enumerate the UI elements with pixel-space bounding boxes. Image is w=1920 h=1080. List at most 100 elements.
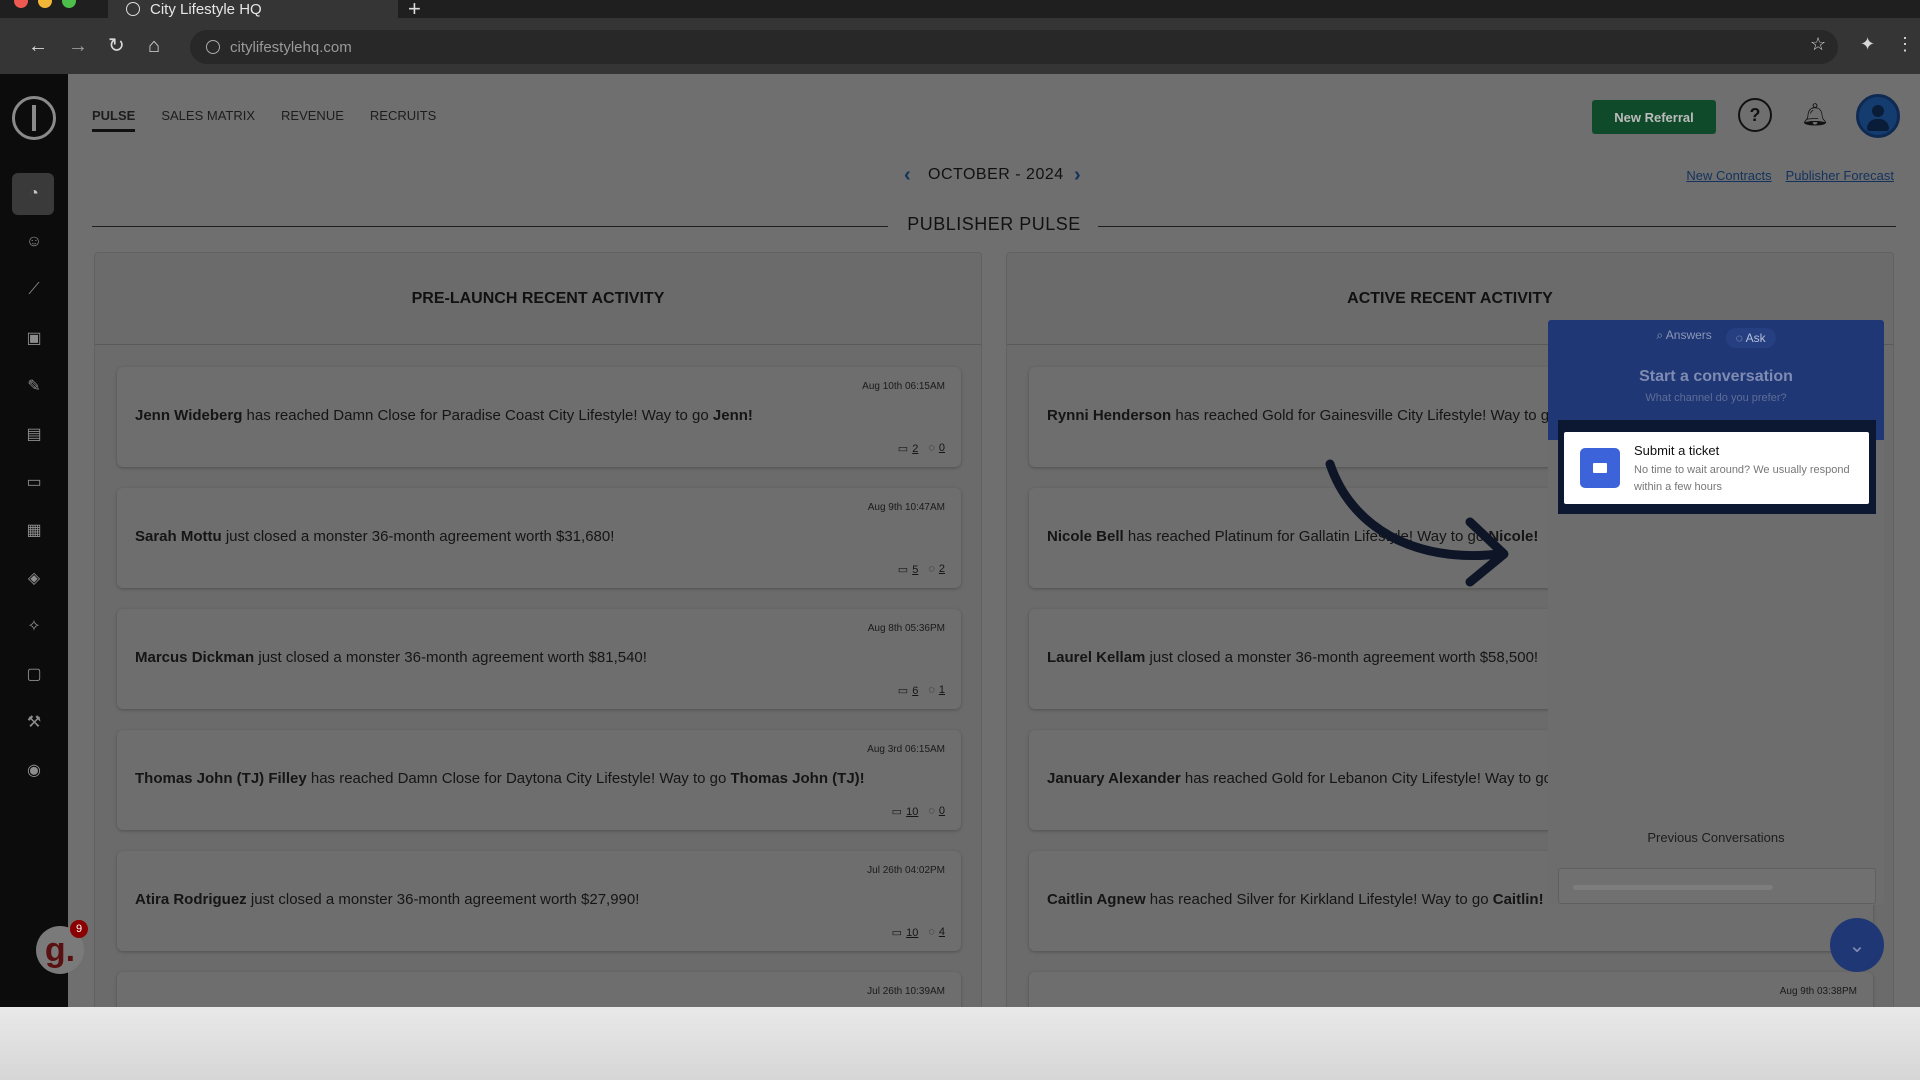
activity-text: just closed a monster 36-month agreement… (246, 891, 640, 908)
newspaper-icon[interactable]: ▤ (22, 422, 46, 446)
reactions-button[interactable]: ▭ 10 (892, 926, 919, 939)
bookmark-star-icon[interactable]: ☆ (1810, 34, 1826, 55)
new-contracts-link[interactable]: New Contracts (1686, 168, 1771, 183)
browser-menu-icon[interactable]: ⋮ (1896, 34, 1914, 55)
comments-button[interactable]: ◌ 1 (928, 684, 945, 697)
reactions-button[interactable]: ▭ 6 (898, 684, 919, 697)
comments-button[interactable]: ◌ 2 (928, 563, 945, 576)
next-month-chevron-icon[interactable]: › (1074, 164, 1081, 187)
submit-ticket-option[interactable]: Submit a ticket No time to wait around? … (1564, 432, 1869, 504)
ticket-title: Submit a ticket (1634, 443, 1720, 458)
comment-count: 4 (938, 926, 945, 938)
address-bar[interactable]: citylifestylehq.com (190, 30, 1838, 64)
activity-card[interactable]: Aug 10th 06:15AM Jenn Wideberg has reache… (117, 367, 961, 467)
line-chart-icon[interactable]: ⟋ (22, 278, 46, 302)
comment-count: 2 (938, 563, 945, 575)
previous-month-chevron-icon[interactable]: ‹ (904, 164, 911, 187)
help-question-icon[interactable]: ? (1738, 98, 1772, 132)
comments-button[interactable]: ◌ 0 (928, 442, 945, 455)
activity-person: January Alexander (1047, 770, 1181, 787)
activity-date: Aug 3rd 06:15AM (867, 744, 945, 755)
reload-icon[interactable]: ↻ (108, 36, 125, 56)
activity-person-cheer: Thomas John (TJ)! (730, 770, 865, 787)
tab-answers[interactable]: ⌕ Answers (1656, 328, 1711, 348)
minimize-window-button[interactable] (38, 0, 52, 8)
previous-conversation-placeholder[interactable] (1558, 868, 1876, 904)
activity-card[interactable]: Aug 8th 05:36PM Marcus Dickman just close… (117, 609, 961, 709)
monitor-icon[interactable]: ▭ (22, 470, 46, 494)
activity-text: has reached Damn Close for Daytona City … (306, 770, 731, 787)
comment-count: 0 (938, 805, 945, 817)
activity-text: has reached Damn Close for Paradise Coas… (242, 407, 713, 424)
activity-person: Sarah Mottu (135, 528, 222, 545)
image-gallery-icon[interactable]: ▣ (22, 326, 46, 350)
activity-stats: ▭ 6 ◌ 1 (898, 684, 945, 697)
address-url: citylifestylehq.com (230, 38, 352, 56)
site-favicon-icon (126, 2, 140, 16)
activity-stats: ▭ 2 ◌ 0 (898, 442, 945, 455)
browser-tab[interactable]: City Lifestyle HQ (108, 0, 398, 18)
puzzle-piece-icon[interactable]: ✧ (22, 614, 46, 638)
widget-title: Start a conversation (1639, 368, 1793, 385)
previous-conversations-label[interactable]: Previous Conversations (1548, 830, 1884, 845)
notification-bell-icon[interactable]: 🔔︎ (1798, 98, 1832, 132)
report-links: New Contracts Publisher Forecast (1686, 168, 1894, 183)
home-icon[interactable]: ⌂ (148, 36, 160, 56)
activity-stats: ▭ 5 ◌ 2 (898, 563, 945, 576)
browser-tab-bar: City Lifestyle HQ + (0, 0, 1920, 21)
pulse-chart-icon[interactable]: ◔ (22, 182, 46, 206)
activity-message: Laurel Kellam just closed a monster 36-m… (1047, 649, 1538, 666)
activity-card[interactable]: Aug 9th 10:47AM Sarah Mottu just closed a… (117, 488, 961, 588)
activity-message: Jenn Wideberg has reached Damn Close for… (135, 407, 753, 424)
publisher-forecast-link[interactable]: Publisher Forecast (1786, 168, 1894, 183)
tab-ask-label: Ask (1745, 331, 1766, 345)
help-widget-tabs: ⌕ Answers ◌ Ask (1548, 328, 1884, 348)
activity-message: Marcus Dickman just closed a monster 36-… (135, 649, 647, 666)
site-info-icon[interactable] (206, 40, 220, 54)
user-avatar[interactable] (1856, 94, 1900, 138)
tab-ask[interactable]: ◌ Ask (1725, 328, 1776, 348)
tab-revenue[interactable]: REVENUE (281, 108, 344, 132)
reactions-button[interactable]: ▭ 2 (898, 442, 919, 455)
reactions-button[interactable]: ▭ 10 (892, 805, 919, 818)
tab-recruits[interactable]: RECRUITS (370, 108, 436, 132)
activity-date: Aug 10th 06:15AM (862, 381, 945, 392)
wrench-tool-icon[interactable]: ⚒ (22, 710, 46, 734)
pointer-arrow-icon (1325, 459, 1509, 587)
city-lifestyle-logo[interactable] (12, 96, 56, 140)
activity-message: Sarah Mottu just closed a monster 36-mon… (135, 528, 614, 545)
activity-person: Thomas John (TJ) Filley (135, 770, 307, 787)
tab-pulse[interactable]: PULSE (92, 108, 136, 132)
ticket-description: No time to wait around? We usually respo… (1634, 464, 1850, 493)
activity-person: Rynni Henderson (1047, 407, 1172, 424)
comments-button[interactable]: ◌ 4 (928, 926, 945, 939)
comments-button[interactable]: ◌ 0 (928, 805, 945, 818)
user-circle-icon[interactable]: ◉ (22, 758, 46, 782)
forward-arrow-icon[interactable]: → (68, 36, 88, 56)
pencil-edit-icon[interactable]: ✎ (22, 374, 46, 398)
reactions-button[interactable]: ▭ 5 (898, 563, 919, 576)
new-referral-button[interactable]: New Referral (1592, 100, 1716, 134)
reaction-count: 10 (906, 927, 919, 939)
help-widget: ⌕ Answers ◌ Ask Start a conversation Wha… (1548, 320, 1884, 905)
maximize-window-button[interactable] (62, 0, 76, 8)
close-widget-chevron-icon[interactable]: ⌄ (1830, 918, 1884, 972)
graduation-cap-icon[interactable]: ◈ (22, 566, 46, 590)
activity-message: Thomas John (TJ) Filley has reached Damn… (135, 770, 865, 787)
close-window-button[interactable] (14, 0, 28, 8)
back-arrow-icon[interactable]: ← (28, 36, 48, 56)
activity-card[interactable]: Aug 3rd 06:15AM Thomas John (TJ) Filley h… (117, 730, 961, 830)
activity-card[interactable]: Jul 26th 04:02PM Atira Rodriguez just clo… (117, 851, 961, 951)
tab-sales-matrix[interactable]: SALES MATRIX (161, 108, 255, 132)
activity-message: Caitlin Agnew has reached Silver for Kir… (1047, 891, 1544, 908)
activity-text: has reached Gold for Lebanon City Lifest… (1180, 770, 1553, 787)
activity-date: Aug 9th 10:47AM (867, 502, 945, 513)
activity-stats: ▭ 10 ◌ 4 (892, 926, 945, 939)
tab-answers-label: Answers (1665, 328, 1712, 342)
contact-book-icon[interactable]: ▢ (22, 662, 46, 686)
extensions-puzzle-icon[interactable]: ✦ (1860, 34, 1875, 55)
activity-person: Nicole Bell (1047, 528, 1124, 545)
prelaunch-panel-title: PRE-LAUNCH RECENT ACTIVITY (95, 253, 981, 345)
grid-table-icon[interactable]: ▦ (22, 518, 46, 542)
team-users-icon[interactable]: ☺ (22, 230, 46, 254)
